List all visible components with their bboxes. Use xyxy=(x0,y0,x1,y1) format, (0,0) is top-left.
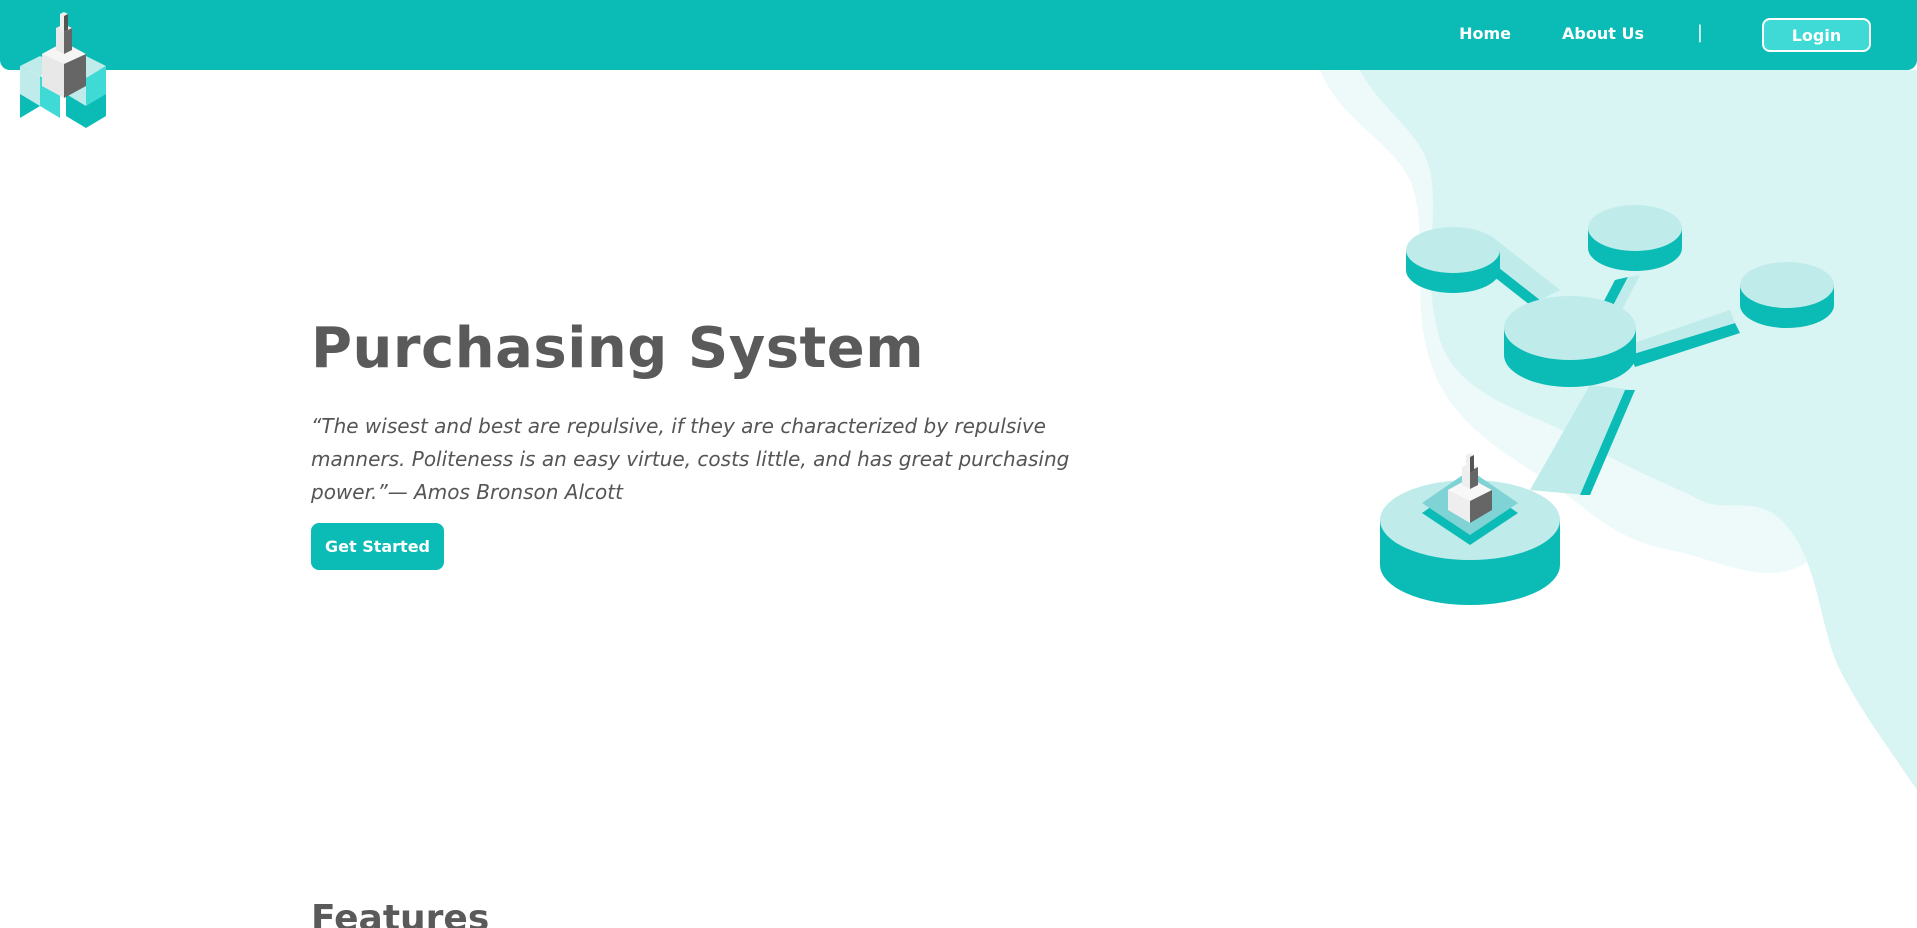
hero-section: Purchasing System “The wisest and best a… xyxy=(311,310,1071,570)
nav-about-link[interactable]: About Us xyxy=(1562,24,1644,43)
nav-home-link[interactable]: Home xyxy=(1459,24,1511,43)
top-navbar: Home About Us | Login xyxy=(0,0,1917,70)
features-heading: Features xyxy=(311,898,490,928)
hero-title: Purchasing System xyxy=(311,316,925,381)
hero-quote: “The wisest and best are repulsive, if t… xyxy=(311,414,1070,504)
get-started-button[interactable]: Get Started xyxy=(311,523,444,570)
network-illustration xyxy=(1380,205,1834,605)
login-button[interactable]: Login xyxy=(1762,18,1871,52)
nav-separator: | xyxy=(1696,22,1703,43)
landing-page: Home About Us | Login Purchasing System … xyxy=(0,0,1917,928)
logo-icon[interactable] xyxy=(18,6,112,130)
